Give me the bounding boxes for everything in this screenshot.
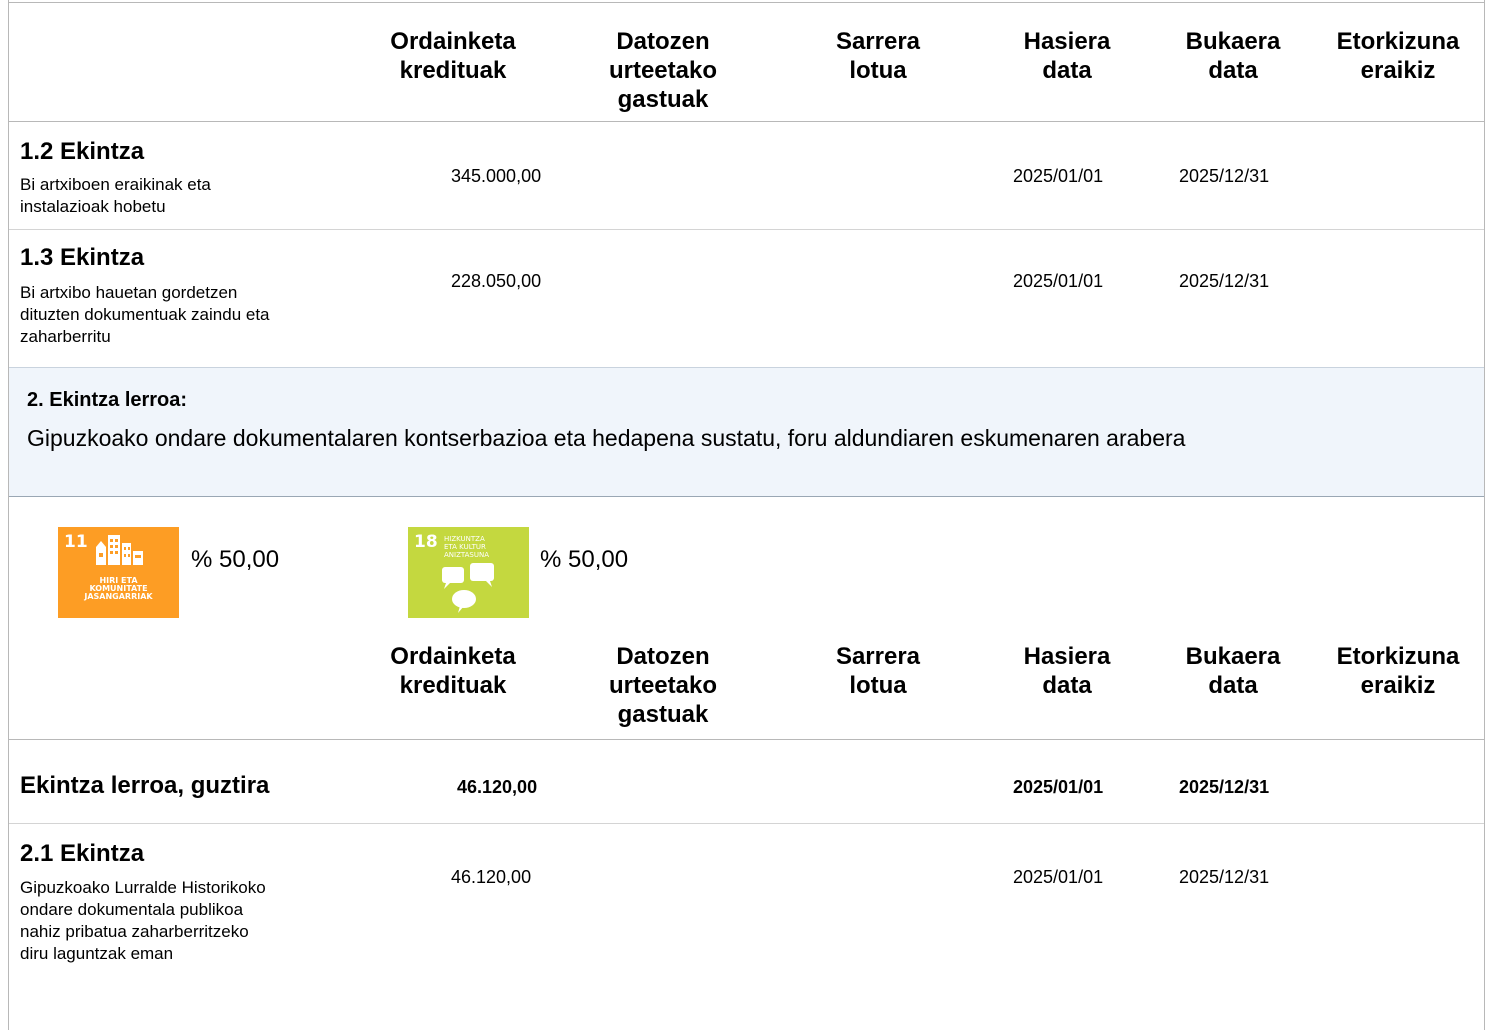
divider bbox=[9, 121, 1484, 122]
divider bbox=[9, 739, 1484, 740]
column-header-linked-income: Sarrera lotua bbox=[835, 28, 921, 84]
divider bbox=[9, 823, 1484, 824]
column-header-start-date: Hasiera data bbox=[1023, 28, 1111, 84]
sdg-18-percent: % 50,00 bbox=[540, 546, 629, 573]
start-date: 2025/01/01 bbox=[1013, 271, 1104, 291]
column-header-future: Etorkizuna eraikiz bbox=[1336, 643, 1460, 699]
sdg-number: 11 bbox=[64, 532, 88, 552]
column-header-credits: Ordainketa kredituak bbox=[390, 28, 516, 84]
column-header-future: Etorkizuna eraikiz bbox=[1336, 28, 1460, 84]
credit-value: 46.120,00 bbox=[457, 777, 538, 797]
action-title: 2.1 Ekintza bbox=[20, 840, 145, 867]
column-header-future-expenses: Datozen urteetako gastuak bbox=[608, 28, 718, 113]
divider bbox=[9, 229, 1484, 230]
credit-value: 345.000,00 bbox=[451, 166, 542, 186]
sdg-label: HIZKUNTZA ETA KULTUR ANIZTASUNA bbox=[444, 535, 489, 559]
action-title: 1.2 Ekintza bbox=[20, 138, 145, 165]
start-date: 2025/01/01 bbox=[1013, 777, 1104, 797]
city-buildings-icon bbox=[96, 535, 143, 565]
action-line-heading: 2. Ekintza lerroa: bbox=[27, 389, 188, 411]
sdg-number: 18 bbox=[414, 532, 438, 552]
start-date: 2025/01/01 bbox=[1013, 166, 1104, 186]
sdg-11-tile: 11 HIRI ETA KOMUNITATE JASANGARRIAK bbox=[58, 527, 179, 618]
action-description: Gipuzkoako Lurralde Historikoko ondare do… bbox=[20, 878, 266, 963]
action-description: Bi artxiboen eraikinak eta instalazioak h… bbox=[20, 175, 211, 216]
action-title: 1.3 Ekintza bbox=[20, 244, 145, 271]
column-header-end-date: Bukaera data bbox=[1185, 28, 1281, 84]
column-header-future-expenses: Datozen urteetako gastuak bbox=[608, 643, 718, 728]
action-line-section: 2. Ekintza lerroa: Gipuzkoako ondare dok… bbox=[9, 367, 1484, 497]
frame-right-border bbox=[1484, 0, 1485, 1030]
credit-value: 46.120,00 bbox=[451, 867, 532, 887]
frame-left-border bbox=[8, 0, 9, 1030]
end-date: 2025/12/31 bbox=[1179, 166, 1270, 186]
sdg-label: HIRI ETA KOMUNITATE JASANGARRIAK bbox=[84, 576, 153, 601]
end-date: 2025/12/31 bbox=[1179, 867, 1270, 887]
sdg-11-percent: % 50,00 bbox=[191, 546, 280, 573]
end-date: 2025/12/31 bbox=[1179, 777, 1270, 797]
speech-bubbles-icon bbox=[442, 563, 494, 613]
end-date: 2025/12/31 bbox=[1179, 271, 1270, 291]
total-title: Ekintza lerroa, guztira bbox=[20, 772, 270, 799]
frame-top-border bbox=[8, 2, 1485, 3]
start-date: 2025/01/01 bbox=[1013, 867, 1104, 887]
column-header-end-date: Bukaera data bbox=[1185, 643, 1281, 699]
action-description: Bi artxibo hauetan gordetzen dituzten dok… bbox=[20, 283, 270, 346]
column-header-start-date: Hasiera data bbox=[1023, 643, 1111, 699]
sdg-18-tile: 18 HIZKUNTZA ETA KULTUR ANIZTASUNA bbox=[408, 527, 529, 618]
credit-value: 228.050,00 bbox=[451, 271, 542, 291]
action-line-text: Gipuzkoako ondare dokumentalaren kontser… bbox=[27, 425, 1186, 451]
column-header-credits: Ordainketa kredituak bbox=[390, 643, 516, 699]
column-header-linked-income: Sarrera lotua bbox=[835, 643, 921, 699]
